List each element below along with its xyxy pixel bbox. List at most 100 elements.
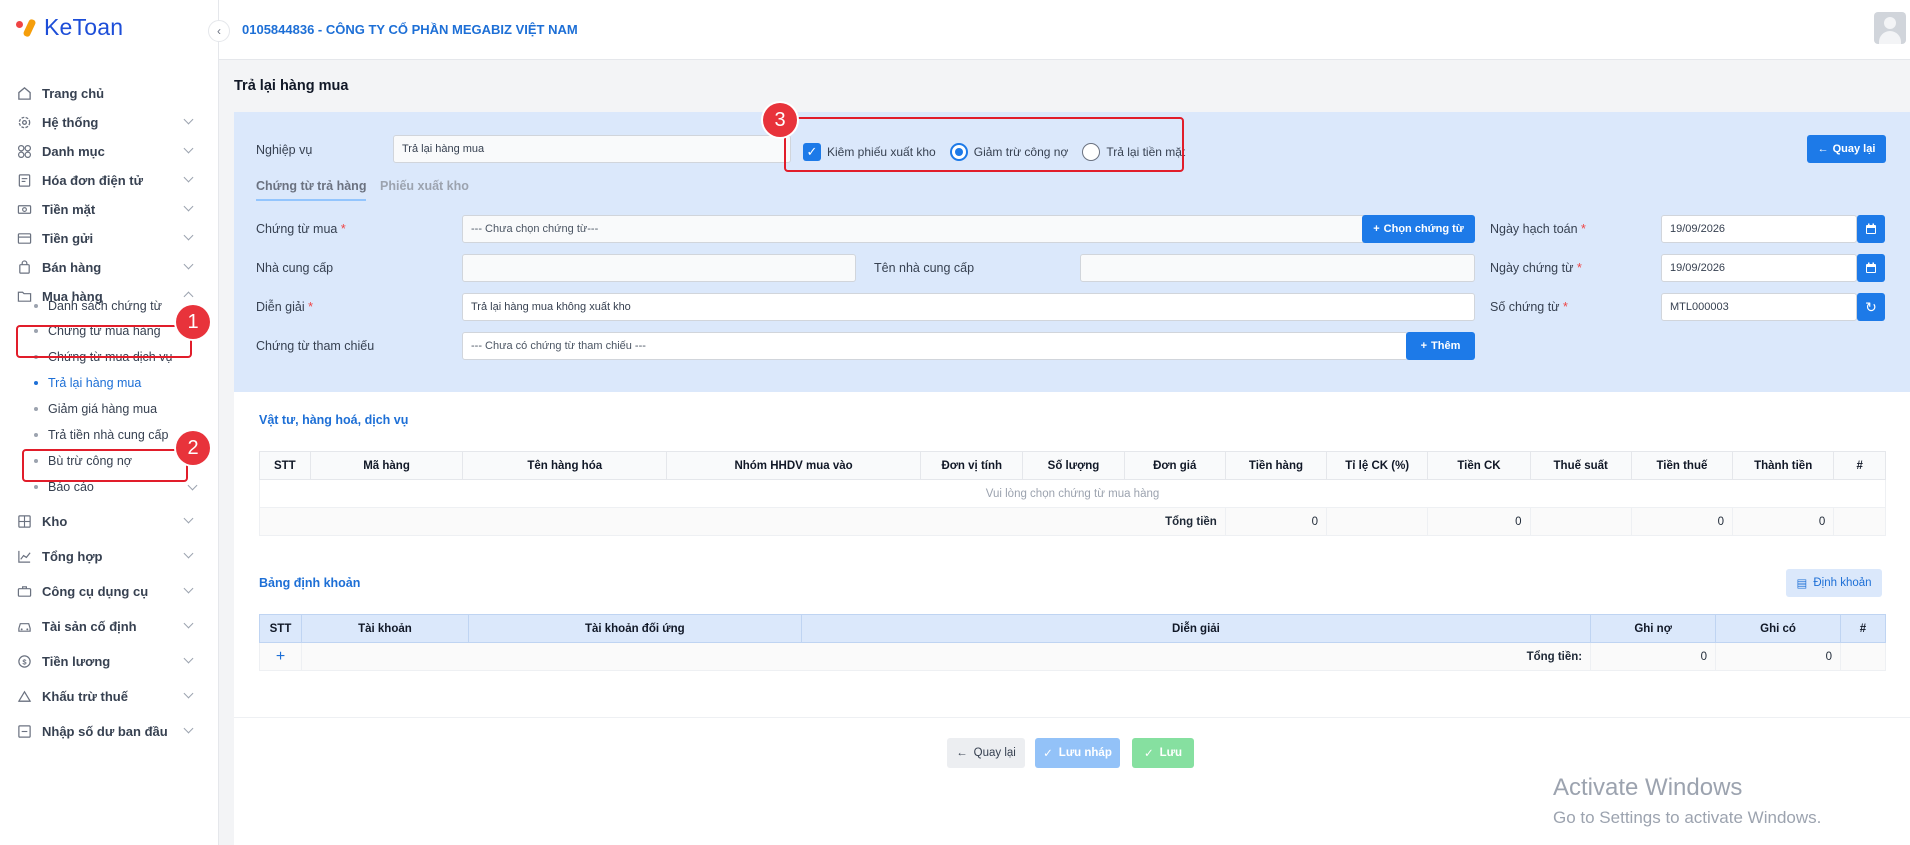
sidebar-item-label: Kho bbox=[42, 513, 68, 529]
avatar[interactable] bbox=[1874, 12, 1906, 44]
sidebar-item-kho[interactable]: Kho bbox=[16, 506, 196, 536]
sidebar-item-label: Tiền lương bbox=[42, 653, 111, 669]
sidebar-item-tai-san[interactable]: Tài sản cố định bbox=[16, 611, 196, 641]
step-badge-2: 2 bbox=[176, 431, 210, 465]
save-draft-button[interactable]: ✓ Lưu nháp bbox=[1035, 738, 1120, 768]
sales-icon bbox=[16, 259, 32, 275]
sidebar-item-ban-hang[interactable]: Bán hàng bbox=[16, 252, 196, 282]
sidebar-item-khau-tru-thue[interactable]: Khấu trừ thuế bbox=[16, 681, 196, 711]
sidebar-item-label: Tài sản cố định bbox=[42, 618, 137, 634]
page-title: Trả lại hàng mua bbox=[234, 78, 349, 94]
goods-section-title: Vật tư, hàng hoá, dịch vụ bbox=[259, 413, 409, 427]
tab-chung-tu-tra-hang[interactable]: Chứng từ trả hàng bbox=[256, 179, 367, 201]
ten-ncc-input[interactable] bbox=[1080, 254, 1475, 282]
sidebar-item-tong-hop[interactable]: Tổng hợp bbox=[16, 541, 196, 571]
column-header: Thuế suất bbox=[1529, 451, 1632, 480]
column-header: Tài khoản đối ứng bbox=[467, 614, 802, 643]
goods-table: STT Mã hàng Tên hàng hóa Nhóm HHDV mua v… bbox=[259, 451, 1886, 536]
accounting-total-row: + Tổng tiền: 0 0 bbox=[259, 642, 1887, 671]
main-panel: Nghiệp vụ Trả lại hàng mua ✓ Kiêm phiếu x… bbox=[234, 112, 1910, 845]
collapse-sidebar-button[interactable]: ‹ bbox=[208, 20, 230, 42]
button-label: Thêm bbox=[1431, 340, 1461, 352]
dollar-icon: $ bbox=[16, 653, 32, 669]
add-row-button[interactable]: + bbox=[259, 642, 302, 671]
goods-total-row: Tổng tiền 0 0 0 0 bbox=[259, 507, 1886, 536]
button-label: Chọn chứng từ bbox=[1383, 223, 1464, 235]
sidebar-item-tien-gui[interactable]: Tiền gửi bbox=[16, 223, 196, 253]
them-button[interactable]: + Thêm bbox=[1406, 332, 1475, 360]
chung-tu-mua-select[interactable]: --- Chưa chọn chứng từ--- bbox=[462, 215, 1366, 243]
tools-icon bbox=[16, 583, 32, 599]
refresh-icon[interactable]: ↻ bbox=[1857, 293, 1885, 321]
tham-chieu-input[interactable]: --- Chưa có chứng từ tham chiếu --- bbox=[462, 332, 1408, 360]
sidebar-item-trang-chu[interactable]: Trang chủ bbox=[16, 78, 196, 108]
submenu-tra-tien-ncc[interactable]: Trả tiền nhà cung cấp bbox=[34, 423, 168, 447]
chevron-down-icon bbox=[183, 548, 194, 559]
column-header: Ghi có bbox=[1715, 614, 1841, 643]
sidebar-item-tien-mat[interactable]: Tiền mặt bbox=[16, 194, 196, 224]
sidebar-item-he-thong[interactable]: Hệ thống bbox=[16, 107, 196, 137]
dien-giai-input[interactable]: Trả lại hàng mua không xuất kho bbox=[462, 293, 1475, 321]
logo[interactable]: KeToan bbox=[16, 14, 123, 41]
dien-giai-label: Diễn giải * bbox=[256, 300, 313, 314]
car-icon bbox=[16, 618, 32, 634]
warehouse-icon bbox=[16, 513, 32, 529]
sidebar-item-hoa-don[interactable]: Hóa đơn điện tử bbox=[16, 165, 196, 195]
ngay-hach-toan-input[interactable]: 19/09/2026 bbox=[1661, 215, 1857, 243]
arrow-left-icon: ← bbox=[956, 747, 968, 759]
save-button[interactable]: ✓ Lưu bbox=[1132, 738, 1194, 768]
calendar-icon[interactable] bbox=[1857, 215, 1885, 243]
tab-phieu-xuat-kho[interactable]: Phiếu xuất kho bbox=[380, 179, 469, 193]
topbar: 0105844836 - CÔNG TY CỔ PHẦN MEGABIZ VIỆ… bbox=[219, 0, 1910, 60]
import-icon bbox=[16, 723, 32, 739]
sidebar-item-nhap-so-du[interactable]: Nhập số dư ban đầu bbox=[16, 716, 196, 746]
back-button[interactable]: ← Quay lại bbox=[947, 738, 1025, 768]
step-badge-1: 1 bbox=[176, 305, 210, 339]
button-label: Định khoản bbox=[1813, 577, 1872, 589]
chevron-down-icon bbox=[183, 259, 194, 270]
accounting-table: STT Tài khoản Tài khoản đối ứng Diễn giả… bbox=[259, 614, 1887, 671]
column-header: Tài khoản bbox=[300, 614, 469, 643]
total-label: Tổng tiền: bbox=[300, 642, 1592, 671]
column-header: Tiền CK bbox=[1427, 451, 1531, 480]
accounting-header-row: STT Tài khoản Tài khoản đối ứng Diễn giả… bbox=[259, 614, 1887, 643]
sidebar-item-cong-cu[interactable]: Công cụ dụng cụ bbox=[16, 576, 196, 606]
chart-icon bbox=[16, 548, 32, 564]
button-label: Lưu nháp bbox=[1058, 747, 1112, 759]
highlight-options bbox=[784, 117, 1184, 172]
submenu-label: Báo cáo bbox=[48, 480, 94, 494]
dinh-khoan-button[interactable]: ▤ Định khoản bbox=[1786, 569, 1882, 597]
chon-chung-tu-button[interactable]: + Chọn chứng từ bbox=[1362, 215, 1475, 243]
submenu-giam-gia-hang-mua[interactable]: Giảm giá hàng mua bbox=[34, 397, 157, 421]
bullet-icon bbox=[34, 407, 38, 411]
chung-tu-mua-label: Chứng từ mua * bbox=[256, 222, 346, 236]
nghiep-vu-select[interactable]: Trả lại hàng mua bbox=[393, 135, 791, 163]
so-chung-tu-input[interactable]: MTL000003 bbox=[1661, 293, 1857, 321]
submenu-danh-sach-chung-tu[interactable]: Danh sách chứng từ bbox=[34, 294, 162, 318]
submenu-tra-lai-hang-mua[interactable]: Trả lại hàng mua bbox=[34, 371, 141, 395]
sidebar-item-label: Danh mục bbox=[42, 143, 105, 159]
sidebar-item-label: Công cụ dụng cụ bbox=[42, 583, 149, 599]
chevron-up-icon bbox=[183, 291, 194, 302]
sidebar-item-tien-luong[interactable]: $ Tiền lương bbox=[16, 646, 196, 676]
logo-mark-icon bbox=[16, 17, 40, 39]
column-header: Tỉ lệ CK (%) bbox=[1326, 451, 1429, 480]
column-header: # bbox=[1839, 614, 1887, 643]
accounting-section-title: Bảng định khoản bbox=[259, 576, 361, 590]
footer-divider bbox=[234, 717, 1910, 718]
ngay-chung-tu-input[interactable]: 19/09/2026 bbox=[1661, 254, 1857, 282]
calendar-icon[interactable] bbox=[1857, 254, 1885, 282]
nha-cung-cap-input[interactable] bbox=[462, 254, 856, 282]
invoice-icon bbox=[16, 172, 32, 188]
submenu-label: Trả lại hàng mua bbox=[48, 376, 142, 390]
empty-row: Vui lòng chọn chứng từ mua hàng bbox=[259, 479, 1886, 508]
chevron-down-icon bbox=[183, 723, 194, 734]
plus-icon: + bbox=[1420, 340, 1428, 352]
back-button-top[interactable]: ← Quay lại bbox=[1807, 135, 1886, 163]
tham-chieu-label: Chứng từ tham chiếu bbox=[256, 339, 375, 353]
sidebar-item-danh-muc[interactable]: Danh mục bbox=[16, 136, 196, 166]
column-header: Đơn vị tính bbox=[920, 451, 1024, 480]
nghiep-vu-label: Nghiệp vụ bbox=[256, 143, 313, 157]
total-tien-hang: 0 bbox=[1224, 507, 1328, 536]
sidebar-item-label: Tổng hợp bbox=[42, 548, 103, 564]
